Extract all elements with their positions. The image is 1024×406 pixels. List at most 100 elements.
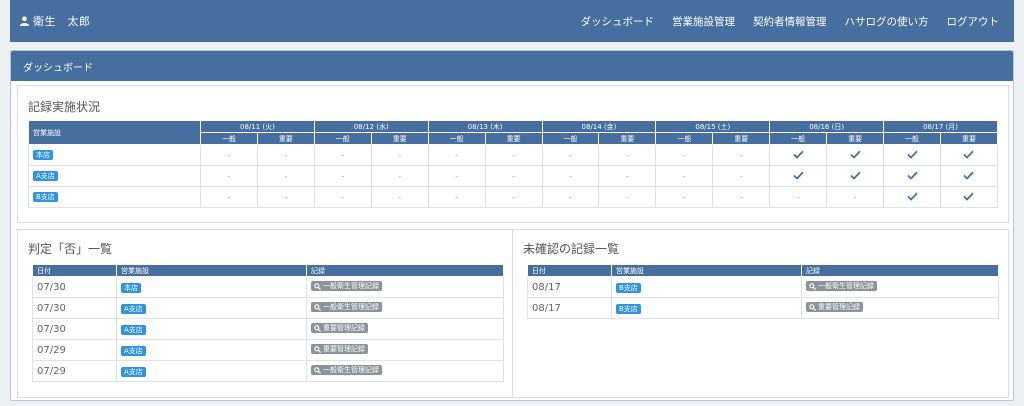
status-cell — [939, 165, 999, 187]
status-cell: - — [598, 165, 657, 187]
nav-logout[interactable]: ログアウト — [938, 14, 1009, 29]
important-subheader: 重要 — [256, 132, 315, 145]
nav-dashboard[interactable]: ダッシュボード — [572, 14, 664, 29]
store-badge[interactable]: A支店 — [33, 171, 58, 181]
store-badge[interactable]: A支店 — [121, 303, 146, 314]
status-cell: - — [370, 165, 429, 187]
status-cell: - — [541, 186, 600, 208]
search-icon — [314, 366, 321, 374]
store-badge[interactable]: 本店 — [33, 150, 53, 160]
status-cell: - — [427, 165, 486, 187]
general-subheader: 一般 — [655, 132, 714, 145]
general-subheader: 一般 — [769, 132, 828, 145]
rejected-title: 判定「否」一覧 — [28, 242, 113, 256]
status-cell: - — [256, 165, 315, 187]
general-subheader: 一般 — [541, 132, 600, 145]
store-badge[interactable]: A支店 — [121, 366, 146, 377]
record-cell: 一般衛生管理記録 — [306, 276, 504, 298]
status-cell — [826, 144, 885, 166]
general-subheader: 一般 — [200, 132, 258, 145]
record-cell: 重要管理記録 — [801, 297, 999, 319]
view-record-button[interactable]: 重要管理記録 — [311, 344, 368, 355]
view-record-button[interactable]: 一般衛生管理記録 — [311, 365, 382, 376]
status-cell — [883, 165, 941, 187]
check-icon — [963, 171, 975, 180]
general-subheader: 一般 — [313, 132, 372, 145]
record-label: 一般衛生管理記録 — [323, 303, 379, 312]
unconfirmed-title: 未確認の記録一覧 — [523, 242, 620, 256]
status-cell: - — [655, 165, 714, 187]
nav-facility-management[interactable]: 営業施設管理 — [663, 14, 744, 29]
store-cell: 本店 — [116, 276, 307, 298]
view-record-button[interactable]: 一般衛生管理記録 — [311, 302, 382, 313]
col-store: 営業施設 — [611, 264, 802, 277]
col-store: 営業施設 — [116, 264, 307, 277]
list-row: 08/17 B支店 一般衛生管理記録 — [527, 276, 999, 298]
record-cell: 一般衛生管理記録 — [801, 276, 999, 298]
status-cell — [826, 165, 885, 187]
date-cell: 08/17 — [527, 276, 612, 298]
status-row: A支店 - - - - - - - - - - — [28, 165, 999, 187]
status-cell: - — [712, 144, 771, 166]
store-badge[interactable]: A支店 — [121, 345, 146, 356]
view-record-button[interactable]: 重要管理記録 — [311, 323, 368, 334]
record-cell: 一般衛生管理記録 — [306, 297, 504, 319]
important-subheader: 重要 — [484, 132, 543, 145]
important-subheader: 重要 — [598, 132, 657, 145]
record-label: 一般衛生管理記録 — [323, 366, 379, 375]
status-cell: - — [655, 144, 714, 166]
store-cell: A支店 — [116, 318, 307, 340]
store-cell: B支店 — [611, 297, 802, 319]
store-badge[interactable]: 本店 — [121, 282, 141, 293]
view-record-button[interactable]: 一般衛生管理記録 — [311, 281, 382, 292]
status-cell: - — [484, 186, 543, 208]
list-row: 08/17 B支店 重要管理記録 — [527, 297, 999, 319]
status-cell: - — [313, 165, 372, 187]
status-cell: - — [200, 165, 258, 187]
date-cell: 07/30 — [32, 318, 117, 340]
status-row: 本店 - - - - - - - - - - — [28, 144, 999, 166]
view-record-button[interactable]: 重要管理記録 — [806, 302, 863, 313]
unconfirmed-table: 日付 営業施設 記録 08/17 B支店 一般衛生管理記録 08/17 B支店 重要管理記… — [527, 264, 999, 319]
status-row: B支店 - - - - - - - - - - - - — [28, 186, 999, 208]
status-cell: - — [256, 144, 315, 166]
important-subheader: 重要 — [712, 132, 771, 145]
date-cell: 07/29 — [32, 360, 117, 382]
store-badge[interactable]: A支店 — [121, 324, 146, 335]
record-label: 重要管理記録 — [323, 324, 365, 333]
status-cell: - — [484, 165, 543, 187]
store-badge[interactable]: B支店 — [33, 192, 58, 202]
col-record: 記録 — [306, 264, 504, 277]
date-header: 08/13 (木) — [427, 120, 543, 133]
check-icon — [906, 192, 918, 201]
check-icon — [849, 150, 861, 159]
record-label: 一般衛生管理記録 — [818, 282, 874, 291]
date-header: 08/17 (月) — [883, 120, 998, 133]
date-header: 08/14 (金) — [541, 120, 657, 133]
status-cell — [769, 144, 828, 166]
top-navbar: 衛生 太郎 ダッシュボード 営業施設管理 契約者情報管理 ハサログの使い方 ログ… — [10, 0, 1014, 42]
panel-title: ダッシュボード — [11, 51, 1013, 81]
store-badge[interactable]: B支店 — [616, 282, 641, 293]
date-header: 08/12 (水) — [313, 120, 429, 133]
status-cell — [769, 165, 828, 187]
record-label: 一般衛生管理記録 — [323, 282, 379, 291]
list-row: 07/30 A支店 重要管理記録 — [32, 318, 504, 340]
search-icon — [314, 303, 321, 311]
store-column-header: 営業施設 — [28, 120, 201, 145]
check-icon — [793, 171, 804, 180]
store-cell: A支店 — [116, 339, 307, 361]
date-header: 08/16 (日) — [769, 120, 885, 133]
status-cell — [883, 144, 941, 166]
nav-how-to-use[interactable]: ハサログの使い方 — [836, 14, 938, 29]
status-cell — [883, 186, 941, 208]
search-icon — [314, 324, 321, 332]
store-badge[interactable]: B支店 — [616, 303, 641, 314]
view-record-button[interactable]: 一般衛生管理記録 — [806, 281, 877, 292]
nav-contractor-management[interactable]: 契約者情報管理 — [744, 14, 836, 29]
col-record: 記録 — [801, 264, 999, 277]
date-header: 08/15 (土) — [655, 120, 771, 133]
store-cell: 本店 — [28, 144, 201, 166]
record-label: 重要管理記録 — [323, 345, 365, 354]
status-cell: - — [427, 144, 486, 166]
